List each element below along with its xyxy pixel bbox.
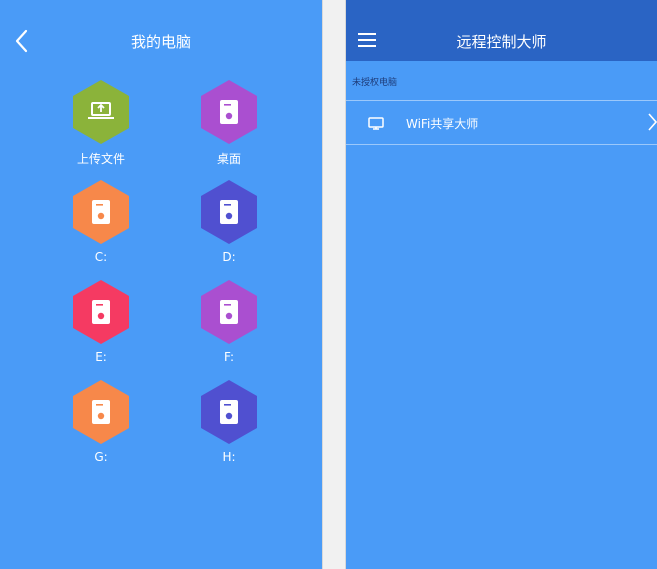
tile-label: D: <box>222 250 236 264</box>
hard-drive-icon <box>73 280 129 344</box>
upload-laptop-icon <box>73 80 129 144</box>
tile-label: H: <box>222 450 236 464</box>
hard-drive-icon <box>201 280 257 344</box>
divider <box>346 144 657 145</box>
tile-desktop[interactable]: 桌面 <box>184 80 274 167</box>
divider <box>322 0 323 569</box>
tile-drive-d[interactable]: D: <box>184 180 274 264</box>
screen-gap <box>322 0 346 569</box>
tile-upload-file[interactable]: 上传文件 <box>56 80 146 167</box>
my-computer-screen: 我的电脑 上传文件 桌面 C: D: E: F: G: H: <box>0 0 322 569</box>
tile-drive-c[interactable]: C: <box>56 180 146 264</box>
tile-label: E: <box>95 350 107 364</box>
page-title: 我的电脑 <box>130 33 191 51</box>
tile-label: 桌面 <box>216 152 241 166</box>
page-title: 远程控制大师 <box>456 33 547 51</box>
tile-drive-g[interactable]: G: <box>56 380 146 464</box>
hard-drive-icon <box>201 180 257 244</box>
chevron-right-icon <box>648 113 657 131</box>
tile-label: G: <box>94 450 108 464</box>
tile-label: 上传文件 <box>76 152 125 166</box>
remote-control-screen: 远程控制大师 未授权电脑 WiFi共享大师 <box>346 0 657 569</box>
monitor-icon <box>368 117 384 130</box>
section-label: 未授权电脑 <box>352 78 398 88</box>
list-item-wifi-share-master[interactable]: WiFi共享大师 <box>346 101 657 144</box>
hard-drive-icon <box>201 380 257 444</box>
tile-drive-f[interactable]: F: <box>184 280 274 364</box>
tile-label: C: <box>94 250 108 264</box>
hard-drive-icon <box>201 80 257 144</box>
tile-drive-h[interactable]: H: <box>184 380 274 464</box>
list-item-label: WiFi共享大师 <box>406 117 479 131</box>
tile-drive-e[interactable]: E: <box>56 280 146 364</box>
hard-drive-icon <box>73 180 129 244</box>
tile-label: F: <box>223 350 234 364</box>
hard-drive-icon <box>73 380 129 444</box>
header: 远程控制大师 <box>346 0 657 61</box>
header: 我的电脑 <box>0 0 322 82</box>
